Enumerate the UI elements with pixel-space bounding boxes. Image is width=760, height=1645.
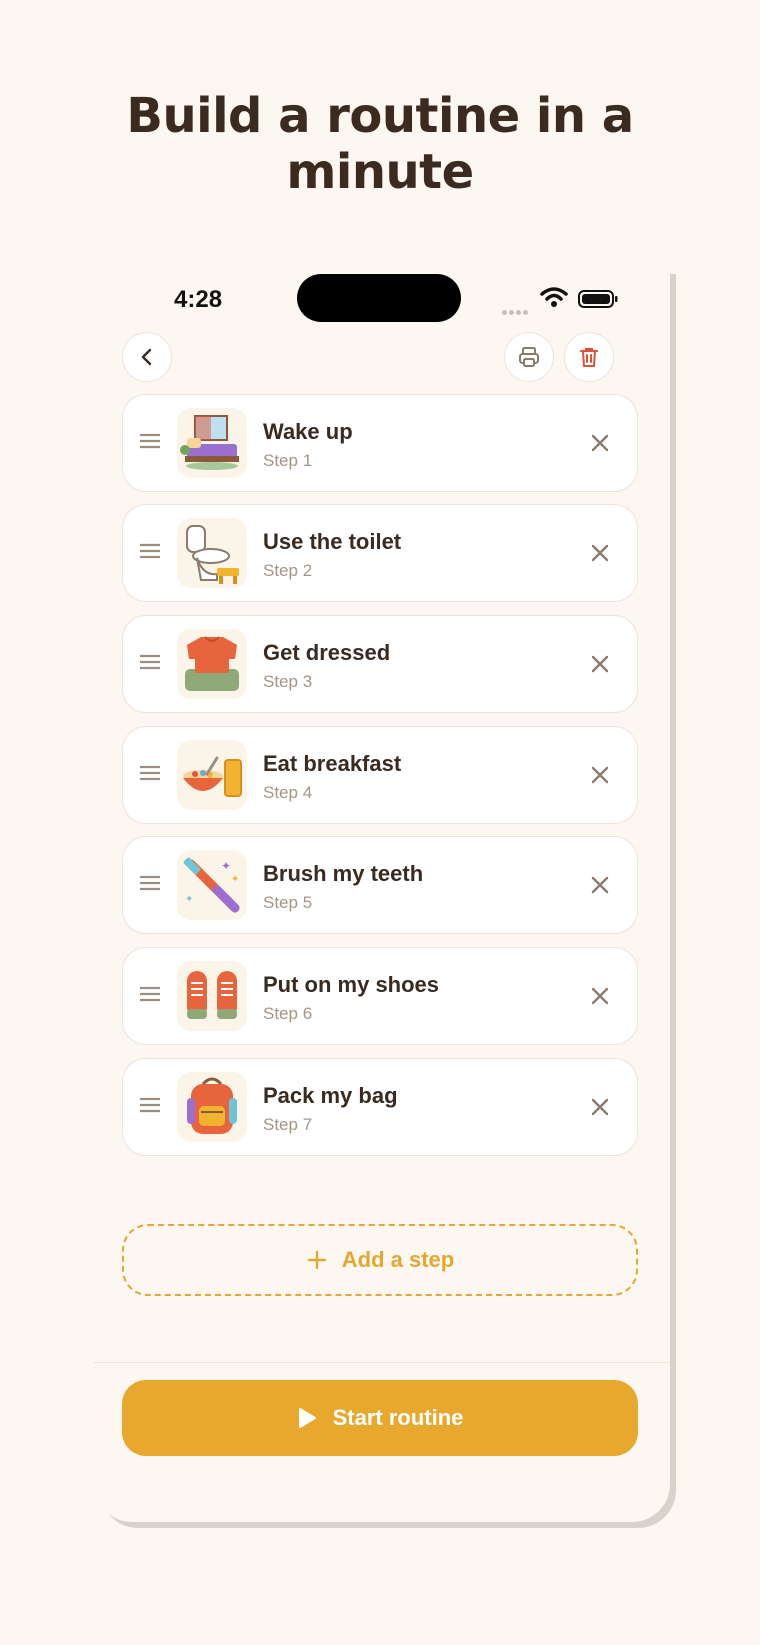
- footer-divider: [94, 1362, 670, 1363]
- shoes-icon: [177, 961, 247, 1031]
- toilet-icon: [177, 518, 247, 588]
- step-number: Step 7: [263, 1115, 313, 1134]
- step-title: Brush my teeth: [263, 861, 424, 886]
- step-number: Step 5: [263, 893, 313, 912]
- page-headline: Build a routine in a minute: [0, 88, 760, 200]
- dynamic-island: [297, 274, 461, 322]
- print-button[interactable]: [504, 332, 554, 382]
- headline-line-1: Build a routine in a: [126, 88, 634, 144]
- delete-routine-button[interactable]: [564, 332, 614, 382]
- step-number: Step 2: [263, 561, 313, 580]
- step-card[interactable]: Get dressed Step 3: [122, 615, 638, 713]
- toothbrush-icon: ✦ ✦ ✦: [177, 850, 247, 920]
- step-card[interactable]: Wake up Step 1: [122, 394, 638, 492]
- step-title: Pack my bag: [263, 1083, 398, 1108]
- step-title: Get dressed: [263, 640, 391, 665]
- remove-step-icon[interactable]: [589, 874, 611, 896]
- remove-step-icon[interactable]: [589, 764, 611, 786]
- backpack-icon: [177, 1072, 247, 1142]
- cereal-bowl-icon: [177, 740, 247, 810]
- bed-icon: [177, 408, 247, 478]
- svg-text:✦: ✦: [221, 859, 231, 873]
- remove-step-icon[interactable]: [589, 1096, 611, 1118]
- step-number: Step 1: [263, 451, 313, 470]
- play-icon: [298, 1408, 316, 1428]
- wifi-icon: [540, 287, 568, 307]
- drag-handle-icon[interactable]: [139, 765, 161, 781]
- phone-frame: 4:28 Wake up Step 1 Use the toilet Step …: [94, 268, 670, 1522]
- step-number: Step 3: [263, 672, 313, 691]
- status-time: 4:28: [174, 286, 223, 313]
- step-card[interactable]: ✦ ✦ ✦ Brush my teeth Step 5: [122, 836, 638, 934]
- headline-line-2: minute: [286, 144, 474, 200]
- step-title: Put on my shoes: [263, 972, 440, 997]
- step-number: Step 4: [263, 783, 313, 802]
- svg-text:✦: ✦: [231, 874, 239, 885]
- start-routine-label: Start routine: [332, 1405, 464, 1430]
- drag-handle-icon[interactable]: [139, 986, 161, 1002]
- remove-step-icon[interactable]: [589, 542, 611, 564]
- plus-icon: [307, 1250, 326, 1270]
- step-number: Step 6: [263, 1004, 313, 1023]
- remove-step-icon[interactable]: [589, 653, 611, 675]
- drag-handle-icon[interactable]: [139, 875, 161, 891]
- clothes-icon: [177, 629, 247, 699]
- svg-text:✦: ✦: [185, 894, 193, 905]
- step-card[interactable]: Pack my bag Step 7: [122, 1058, 638, 1156]
- drag-handle-icon[interactable]: [139, 543, 161, 559]
- add-step-button[interactable]: Add a step: [122, 1224, 638, 1296]
- step-card[interactable]: Use the toilet Step 2: [122, 504, 638, 602]
- chevron-left-icon: [141, 348, 152, 366]
- drag-handle-icon[interactable]: [139, 433, 161, 449]
- remove-step-icon[interactable]: [589, 985, 611, 1007]
- add-step-label: Add a step: [341, 1247, 455, 1272]
- drag-handle-icon[interactable]: [139, 654, 161, 670]
- step-title: Eat breakfast: [263, 751, 402, 776]
- remove-step-icon[interactable]: [589, 432, 611, 454]
- printer-icon: [519, 347, 539, 367]
- signal-dots-icon: [502, 302, 532, 315]
- step-title: Use the toilet: [263, 529, 402, 554]
- trash-icon: [580, 348, 598, 367]
- step-card[interactable]: Eat breakfast Step 4: [122, 726, 638, 824]
- drag-handle-icon[interactable]: [139, 1097, 161, 1113]
- start-routine-button[interactable]: Start routine: [122, 1380, 638, 1456]
- battery-icon: [578, 290, 618, 308]
- step-card[interactable]: Put on my shoes Step 6: [122, 947, 638, 1045]
- back-button[interactable]: [122, 332, 172, 382]
- step-title: Wake up: [263, 419, 353, 444]
